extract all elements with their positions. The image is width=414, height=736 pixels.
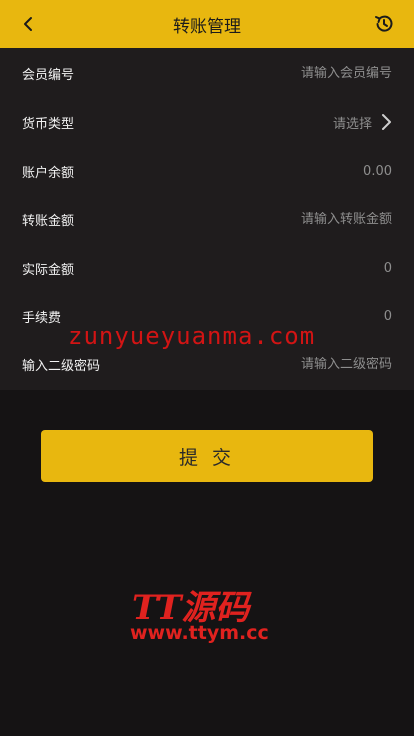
balance-value: 0.00 <box>363 163 392 179</box>
transfer-amount-input[interactable] <box>202 211 392 227</box>
page-title: 转账管理 <box>173 16 241 37</box>
actual-amount-label: 实际金额 <box>22 262 75 278</box>
currency-select-value: 请选择 <box>332 116 372 132</box>
watermark-url: www.ttym.cc <box>130 622 269 644</box>
password-input[interactable] <box>202 356 392 372</box>
chevron-left-icon <box>24 17 32 31</box>
header-bar: 转账管理 <box>0 0 414 48</box>
transfer-amount-row: 转账金额 <box>0 195 414 243</box>
currency-select[interactable]: 请选择 <box>333 113 392 132</box>
chevron-right-icon <box>382 114 391 130</box>
actual-amount-value: 0 <box>383 260 392 276</box>
fee-label: 手续费 <box>22 310 62 326</box>
balance-row: 账户余额 0.00 <box>0 147 414 195</box>
transfer-amount-label: 转账金额 <box>22 213 75 229</box>
history-button[interactable] <box>372 12 396 36</box>
member-id-input[interactable] <box>202 65 392 81</box>
currency-label: 货币类型 <box>22 116 75 132</box>
currency-row[interactable]: 货币类型 请选择 <box>0 98 414 146</box>
back-button[interactable] <box>18 12 40 36</box>
fee-value: 0 <box>383 308 392 324</box>
balance-label: 账户余额 <box>22 165 75 181</box>
watermark-text: zunyueyuanma.com <box>68 322 316 350</box>
submit-button[interactable]: 提 交 <box>41 430 373 482</box>
password-label: 输入二级密码 <box>22 358 101 374</box>
history-clock-icon <box>375 15 393 32</box>
member-id-row: 会员编号 <box>0 49 414 97</box>
member-id-label: 会员编号 <box>22 67 75 83</box>
actual-amount-row: 实际金额 0 <box>0 244 414 292</box>
